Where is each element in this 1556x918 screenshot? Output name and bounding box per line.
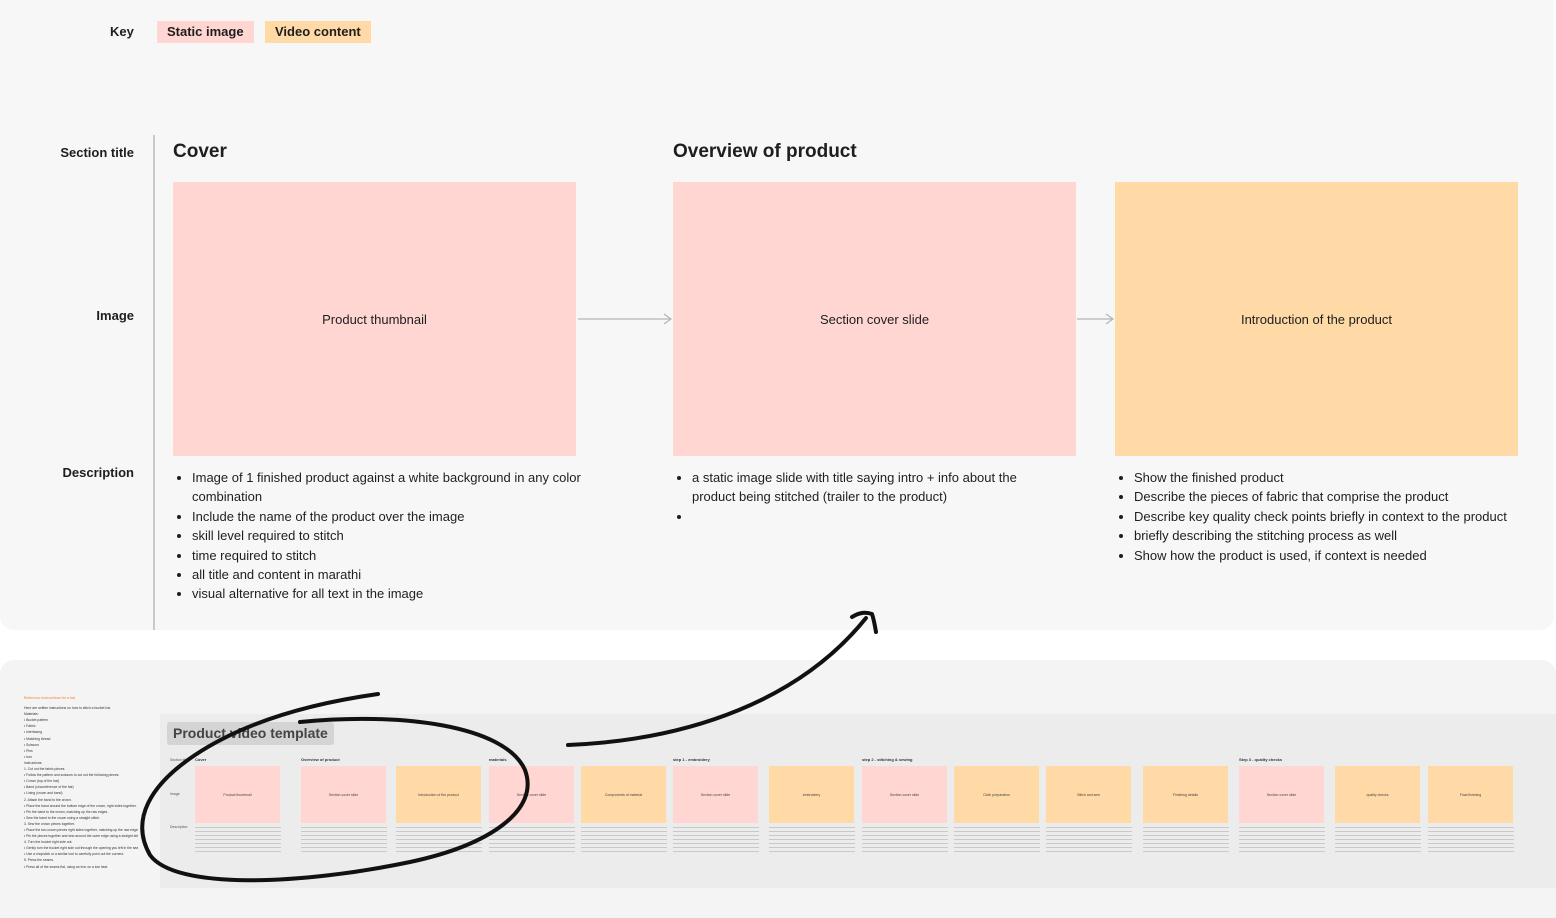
description-item: Include the name of the product over the…: [192, 507, 587, 526]
mini-frame[interactable]: Section cover slide: [489, 766, 574, 823]
description-item: Describe the pieces of fabric that compr…: [1134, 487, 1554, 506]
mini-frame-label: Components of material: [604, 792, 643, 797]
description-item: a static image slide with title saying i…: [692, 468, 1062, 507]
frame-label: Section cover slide: [819, 311, 930, 327]
description-list-cover: Image of 1 finished product against a wh…: [173, 468, 587, 604]
reference-notes-title: Reference instructions for a hat: [24, 696, 76, 700]
mini-frame[interactable]: Stitch and sew: [1046, 766, 1131, 823]
description-item: Describe key quality check points briefl…: [1134, 507, 1554, 526]
mini-row-label: Section title: [170, 758, 189, 762]
mini-frame-label: Finishing details: [1172, 792, 1199, 797]
mini-frame-label: Section cover slide: [1266, 792, 1297, 797]
frame-label: Introduction of the product: [1240, 311, 1393, 327]
mini-frame-label: quality checks: [1366, 792, 1389, 797]
frame-product-thumbnail[interactable]: Product thumbnail: [173, 182, 576, 456]
key-video-content-chip: Video content: [265, 21, 371, 43]
mini-frame[interactable]: Section cover slide: [1239, 766, 1324, 823]
mini-description-text: [769, 827, 855, 855]
section-title-overview: Overview of product: [673, 141, 857, 162]
frame-section-cover-slide[interactable]: Section cover slide: [673, 182, 1076, 456]
mini-frame[interactable]: Final finishing: [1428, 766, 1513, 823]
mini-frame-label: Cloth preparation: [983, 792, 1010, 797]
key-static-image-chip: Static image: [157, 21, 254, 43]
mini-section-title: materials: [489, 757, 507, 762]
description-item: briefly describing the stitching process…: [1134, 526, 1554, 545]
mini-description-text: [673, 827, 759, 855]
mini-section-title: step 2 - stitching & sewing: [862, 757, 913, 762]
mini-description-text: [301, 827, 387, 855]
description-item: visual alternative for all text in the i…: [192, 584, 587, 603]
description-item: Image of 1 finished product against a wh…: [192, 468, 587, 507]
description-list-section-cover: a static image slide with title saying i…: [673, 468, 1062, 526]
row-label-description: Description: [62, 465, 134, 480]
description-item: skill level required to stitch: [192, 526, 587, 545]
mini-frame-label: embroidery: [802, 792, 821, 797]
mini-section-title: step 1 - embroidery: [673, 757, 710, 762]
description-item: time required to stitch: [192, 546, 587, 565]
section-title-cover: Cover: [173, 141, 227, 162]
mini-description-text: [1335, 827, 1421, 855]
mini-section-title: Overview of product: [301, 757, 340, 762]
mini-frame[interactable]: embroidery: [769, 766, 854, 823]
reference-notes-line: • Place the band around the bottom edge …: [24, 803, 137, 808]
mini-description-text: [954, 827, 1040, 855]
mini-frame[interactable]: Components of material: [581, 766, 666, 823]
mini-description-text: [1239, 827, 1325, 855]
flow-arrow-icon: [578, 313, 673, 325]
mini-description-text: [581, 827, 667, 855]
mini-frame[interactable]: Section cover slide: [673, 766, 758, 823]
mini-frame[interactable]: Cloth preparation: [954, 766, 1039, 823]
key-label: Key: [110, 24, 134, 39]
row-label-section-title: Section title: [60, 145, 134, 160]
description-item: all title and content in marathi: [192, 565, 587, 584]
description-list-introduction: Show the finished product Describe the p…: [1115, 468, 1554, 565]
mini-frame-label: Section cover slide: [328, 792, 359, 797]
mini-description-text: [1428, 827, 1514, 855]
frame-label: Product thumbnail: [322, 311, 427, 327]
mini-frame[interactable]: Section cover slide: [301, 766, 386, 823]
flow-arrow-icon: [1077, 313, 1115, 325]
mini-frame-label: Stitch and sew: [1077, 792, 1100, 797]
mini-description-text: [489, 827, 575, 855]
mini-description-text: [862, 827, 948, 855]
mini-row-label: Description: [170, 825, 188, 829]
mini-frame-label: Final finishing: [1459, 792, 1482, 797]
mini-frame[interactable]: Section cover slide: [862, 766, 947, 823]
mini-frame-label: Section cover slide: [700, 792, 731, 797]
mini-description-text: [1046, 827, 1132, 855]
mini-description-text: [195, 827, 281, 855]
reference-notes-line: • Press all of the seams flat, using an …: [24, 864, 108, 869]
mini-row-label: Image: [170, 792, 180, 796]
row-label-divider: [153, 135, 155, 630]
mini-section-title: Step 3 - quality checks: [1239, 757, 1283, 762]
mini-frame-label: Section cover slide: [516, 792, 547, 797]
mini-frame[interactable]: quality checks: [1335, 766, 1420, 823]
description-item: Show how the product is used, if context…: [1134, 546, 1554, 565]
mini-frame-label: Introduction of the product: [418, 792, 459, 797]
frame-introduction-of-product[interactable]: Introduction of the product: [1115, 182, 1518, 456]
mini-section-title: Cover: [195, 757, 207, 762]
mini-frame-label: Product thumbnail: [223, 792, 252, 797]
reference-notes: Reference instructions for a hat Here ar…: [24, 695, 138, 870]
mini-frame[interactable]: Product thumbnail: [195, 766, 280, 823]
row-label-image: Image: [96, 308, 134, 323]
description-item: [692, 507, 1062, 526]
mini-frame-label: Section cover slide: [889, 792, 920, 797]
mini-description-text: [396, 827, 482, 855]
mini-frame[interactable]: Introduction of the product: [396, 766, 481, 823]
description-item: Show the finished product: [1134, 468, 1554, 487]
mini-description-text: [1143, 827, 1229, 855]
mini-template-title: Product video template: [167, 722, 334, 745]
mini-frame[interactable]: Finishing details: [1143, 766, 1228, 823]
